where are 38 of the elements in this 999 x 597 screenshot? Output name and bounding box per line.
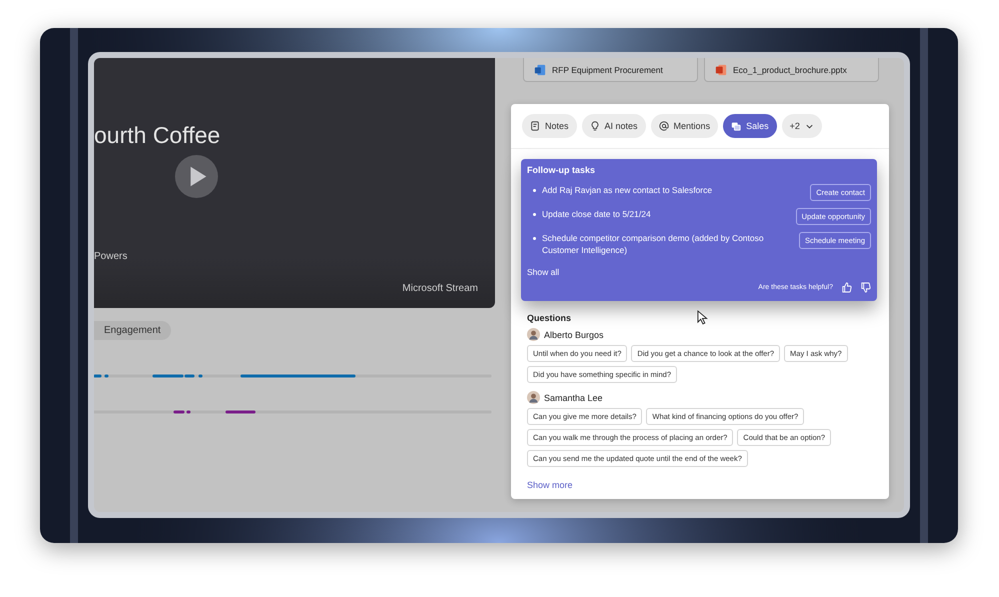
bullet-icon xyxy=(533,189,536,192)
task-text: Add Raj Ravjan as new contact to Salesforce xyxy=(542,184,714,196)
section-title: Questions xyxy=(527,313,572,323)
person-name: Samantha Lee xyxy=(544,392,603,402)
video-source: Microsoft Stream xyxy=(402,283,478,294)
person-name: Alberto Burgos xyxy=(544,330,604,340)
thumbs-up-icon[interactable] xyxy=(841,282,852,293)
file-name: Eco_1_product_brochure.pptx xyxy=(733,64,847,74)
show-more-link[interactable]: Show more xyxy=(527,480,573,490)
task-text: Update close date to 5/21/24 xyxy=(542,208,652,220)
lightbulb-icon xyxy=(590,121,600,131)
mouse-pointer-icon xyxy=(697,310,708,325)
file-chip[interactable]: RFP Equipment Procurement xyxy=(523,58,698,82)
show-all-link[interactable]: Show all xyxy=(527,267,560,277)
thumbs-down-icon[interactable] xyxy=(860,282,871,293)
presenter-name: Powers xyxy=(94,251,128,262)
tab[interactable]: Sales xyxy=(723,114,777,138)
document-icon xyxy=(534,64,546,76)
video-player[interactable]: ourth Coffee Powers Microsoft Stream xyxy=(94,58,495,308)
at-sign-icon xyxy=(658,121,669,131)
video-title: ourth Coffee xyxy=(94,122,220,149)
tab[interactable]: Mentions xyxy=(650,114,718,138)
notes-icon xyxy=(530,121,540,131)
avatar-icon xyxy=(527,328,540,341)
presentation-icon xyxy=(715,64,727,76)
bullet-icon xyxy=(533,237,536,240)
bullet-icon xyxy=(533,213,536,216)
tab[interactable]: Notes xyxy=(522,114,577,138)
file-name: RFP Equipment Procurement xyxy=(552,64,663,74)
tab[interactable]: +2 xyxy=(782,114,822,138)
play-icon[interactable] xyxy=(175,155,218,198)
tab[interactable]: AI notes xyxy=(582,114,646,138)
file-chip[interactable]: Eco_1_product_brochure.pptx xyxy=(704,58,879,82)
card-title: Follow-up tasks xyxy=(527,165,596,175)
task-text: Schedule competitor comparison demo (added by Contoso Customer Intelligence) xyxy=(542,232,765,256)
sales-icon xyxy=(731,121,742,131)
engagement-chip[interactable]: Engagement xyxy=(94,321,171,340)
avatar-icon xyxy=(527,391,540,404)
